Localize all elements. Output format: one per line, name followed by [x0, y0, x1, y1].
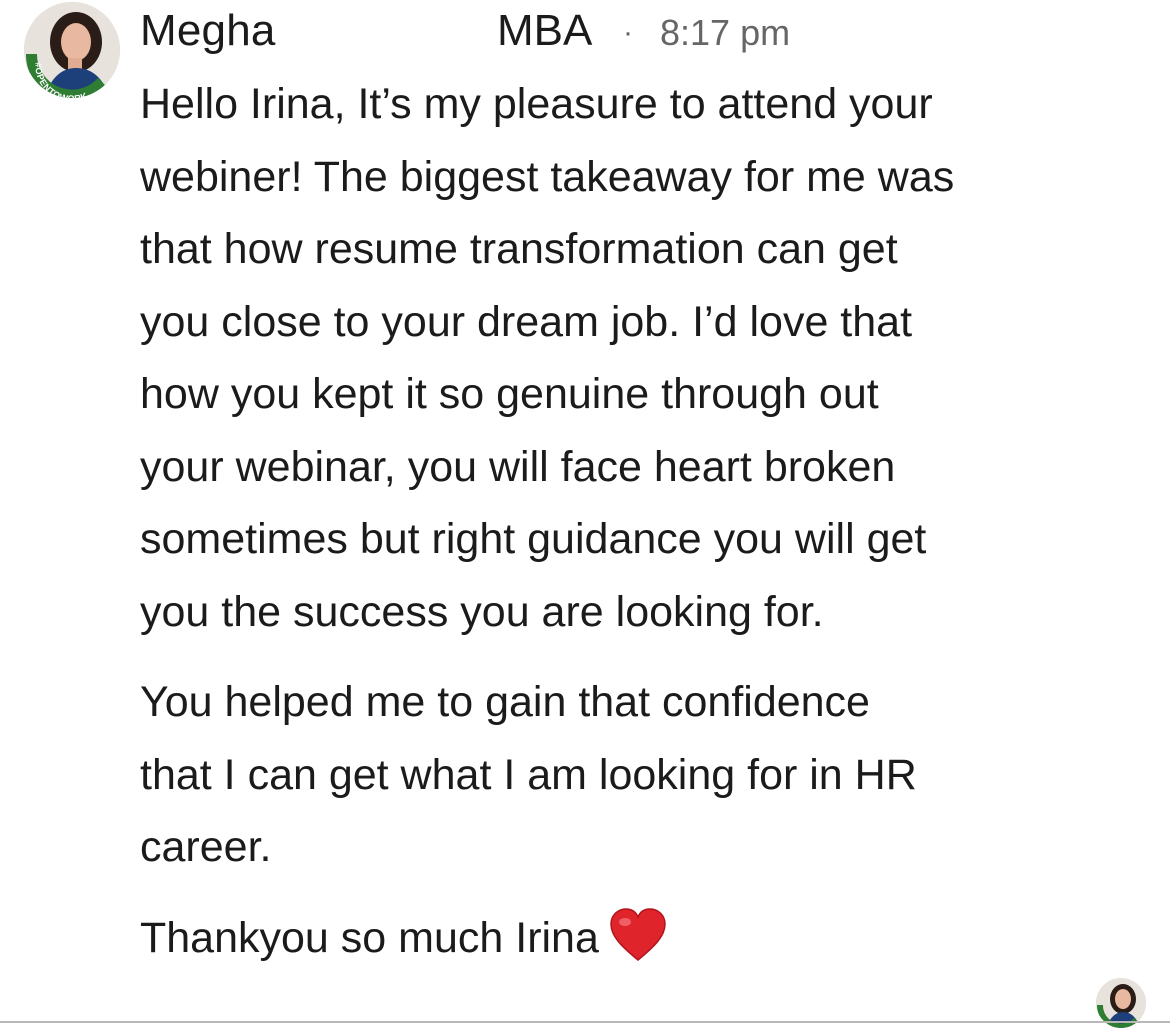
message-timestamp: 8:17 pm: [660, 12, 791, 53]
profile-photo-icon: #OPENTOWORK: [24, 2, 120, 98]
sender-avatar[interactable]: #OPENTOWORK: [24, 2, 120, 98]
message-header: Megha MBA · 8:17 pm: [140, 6, 1140, 56]
sender-degree: MBA: [497, 6, 593, 55]
heart-icon: [609, 907, 667, 985]
separator-dot: ·: [623, 16, 633, 49]
message-paragraph-2: You helped me to gain that confidence th…: [140, 678, 917, 871]
sender-name[interactable]: Megha: [140, 6, 276, 56]
message-paragraph-3: Thankyou so much Irina: [140, 902, 1140, 985]
divider: [0, 1021, 1170, 1023]
message-paragraph-3-text: Thankyou so much Irina: [140, 913, 599, 962]
message-paragraph-1: Hello Irina, It’s my pleasure to attend …: [140, 80, 955, 636]
message-body: Hello Irina, It’s my pleasure to attend …: [140, 68, 1140, 984]
